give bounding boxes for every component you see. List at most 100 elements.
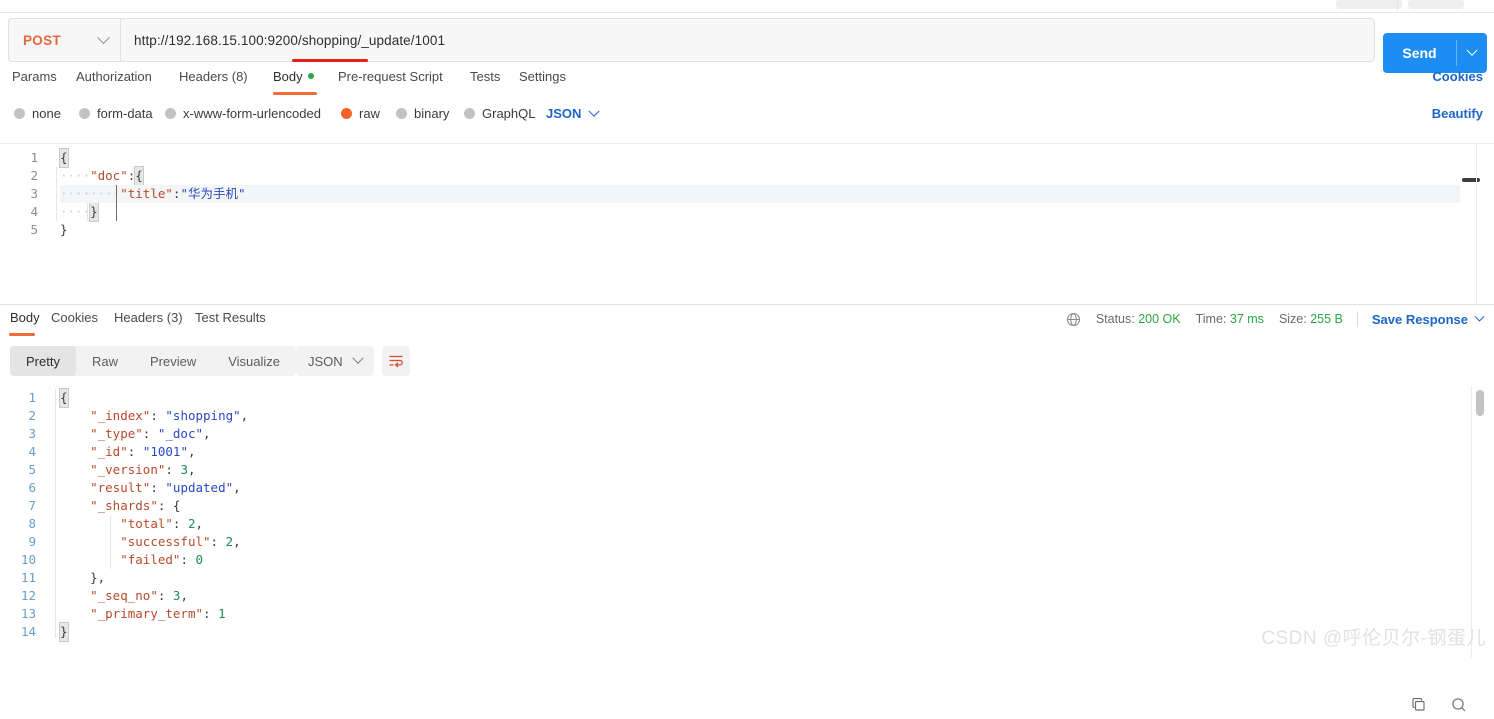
url-input[interactable]: http://192.168.15.100:9200/shopping/_upd… (120, 18, 1375, 62)
toolbar-ghost-button-1 (1336, 0, 1402, 9)
radio-icon (464, 108, 475, 119)
body-type-label: raw (359, 106, 380, 121)
view-mode-pretty[interactable]: Pretty (10, 346, 76, 376)
tab-headers[interactable]: Headers (8) (179, 69, 248, 84)
response-toolbar: Pretty Raw Preview Visualize JSON (0, 346, 1494, 380)
request-editor-horizontal-scrollbar[interactable] (1462, 178, 1480, 182)
view-mode-raw[interactable]: Raw (76, 346, 134, 376)
body-type-binary[interactable]: binary (396, 106, 449, 121)
cookies-link[interactable]: Cookies (1432, 69, 1483, 84)
tab-settings[interactable]: Settings (519, 69, 566, 84)
chevron-down-icon (1466, 45, 1477, 56)
response-tab-test-results[interactable]: Test Results (195, 310, 266, 325)
radio-icon (79, 108, 90, 119)
line-number: 11 (0, 569, 46, 587)
view-mode-visualize[interactable]: Visualize (212, 346, 296, 376)
http-method-dropdown[interactable]: POST (8, 18, 120, 62)
response-tab-body[interactable]: Body (10, 310, 40, 325)
body-type-label: none (32, 106, 61, 121)
tab-authorization[interactable]: Authorization (76, 69, 152, 84)
response-tab-cookies[interactable]: Cookies (51, 310, 98, 325)
save-response-button[interactable]: Save Response (1372, 312, 1483, 327)
code-line: ····} (60, 203, 1460, 221)
raw-format-dropdown[interactable]: JSON (546, 106, 598, 121)
radio-selected-icon (341, 108, 352, 119)
meta-divider (1357, 311, 1358, 327)
active-tab-indicator (273, 92, 317, 95)
copy-icon[interactable] (1410, 696, 1432, 718)
tab-tests[interactable]: Tests (470, 69, 500, 84)
raw-format-label: JSON (546, 106, 581, 121)
radio-icon (165, 108, 176, 119)
line-number: 7 (0, 497, 46, 515)
line-number: 1 (0, 389, 46, 407)
body-type-none[interactable]: none (14, 106, 61, 121)
tab-pre-request-script[interactable]: Pre-request Script (338, 69, 443, 84)
app-toolbar-sliver (0, 0, 1494, 13)
code-line-active: ········"title":"华为手机" (60, 185, 1460, 203)
status-value: 200 OK (1138, 312, 1180, 326)
red-underline-annotation (292, 59, 368, 62)
response-editor-edge (1471, 386, 1472, 658)
send-options-button[interactable] (1457, 33, 1487, 73)
body-type-form-data[interactable]: form-data (79, 106, 153, 121)
code-line: "_index": "shopping", (60, 407, 1460, 425)
request-tab-bar: Params Authorization Headers (8) Body Pr… (0, 69, 1494, 97)
line-number: 4 (0, 443, 46, 461)
word-wrap-button[interactable] (382, 346, 410, 376)
code-line: "failed": 0 (60, 551, 1460, 569)
line-number: 1 (0, 149, 48, 167)
code-line: "_type": "_doc", (60, 425, 1460, 443)
beautify-link[interactable]: Beautify (1432, 106, 1483, 121)
code-line: "_seq_no": 3, (60, 587, 1460, 605)
response-body-code: { "_index": "shopping", "_type": "_doc",… (60, 389, 1460, 641)
text-caret (116, 185, 117, 221)
tab-params[interactable]: Params (12, 69, 57, 84)
code-line: "_id": "1001", (60, 443, 1460, 461)
request-url-row: POST http://192.168.15.100:9200/shopping… (0, 13, 1494, 67)
pane-splitter[interactable] (0, 304, 1494, 305)
response-tab-bar: Body Cookies Headers (3) Test Results St… (0, 310, 1494, 338)
response-vertical-scrollbar[interactable] (1476, 390, 1484, 416)
size-chunk: Size: 255 B (1279, 312, 1343, 326)
request-body-editor[interactable]: 1 2 3 4 5 { ····"doc":{ ········"title":… (0, 143, 1494, 304)
request-body-code[interactable]: { ····"doc":{ ········"title":"华为手机" ···… (60, 149, 1460, 239)
status-chunk: Status: 200 OK (1096, 312, 1181, 326)
tab-body[interactable]: Body (273, 69, 314, 84)
body-type-raw[interactable]: raw (341, 106, 380, 121)
code-line: "_shards": { (60, 497, 1460, 515)
body-present-dot-icon (308, 73, 314, 79)
line-number: 4 (0, 203, 48, 221)
response-body-editor[interactable]: 1 2 3 4 5 6 7 8 9 10 11 12 13 14 { "_ind… (0, 386, 1494, 658)
body-type-row: none form-data x-www-form-urlencoded raw… (0, 106, 1494, 134)
response-meta: Status: 200 OK Time: 37 ms Size: 255 B S… (1066, 311, 1483, 327)
line-number: 3 (0, 425, 46, 443)
line-number: 14 (0, 623, 46, 641)
search-icon[interactable] (1450, 696, 1472, 718)
size-label: Size: (1279, 312, 1307, 326)
body-type-label: form-data (97, 106, 153, 121)
response-format-label: JSON (308, 354, 343, 369)
response-line-numbers: 1 2 3 4 5 6 7 8 9 10 11 12 13 14 (0, 389, 46, 641)
response-view-modes: Pretty Raw Preview Visualize (10, 346, 296, 376)
toolbar-ghost-button-2 (1408, 0, 1464, 9)
request-editor-edge (1476, 143, 1477, 304)
time-value: 37 ms (1230, 312, 1264, 326)
line-number: 10 (0, 551, 46, 569)
chevron-down-icon (352, 353, 363, 364)
indent-guide (56, 167, 57, 221)
line-number: 5 (0, 221, 48, 239)
response-format-dropdown[interactable]: JSON (296, 346, 374, 376)
status-label: Status: (1096, 312, 1135, 326)
response-tab-headers[interactable]: Headers (3) (114, 310, 183, 325)
code-line: "total": 2, (60, 515, 1460, 533)
chevron-down-icon (589, 105, 600, 116)
view-mode-preview[interactable]: Preview (134, 346, 212, 376)
request-line-numbers: 1 2 3 4 5 (0, 149, 48, 239)
code-line: "successful": 2, (60, 533, 1460, 551)
radio-icon (14, 108, 25, 119)
body-type-urlencoded[interactable]: x-www-form-urlencoded (165, 106, 321, 121)
body-type-graphql[interactable]: GraphQL (464, 106, 535, 121)
send-button[interactable]: Send (1383, 33, 1487, 73)
line-number: 2 (0, 407, 46, 425)
